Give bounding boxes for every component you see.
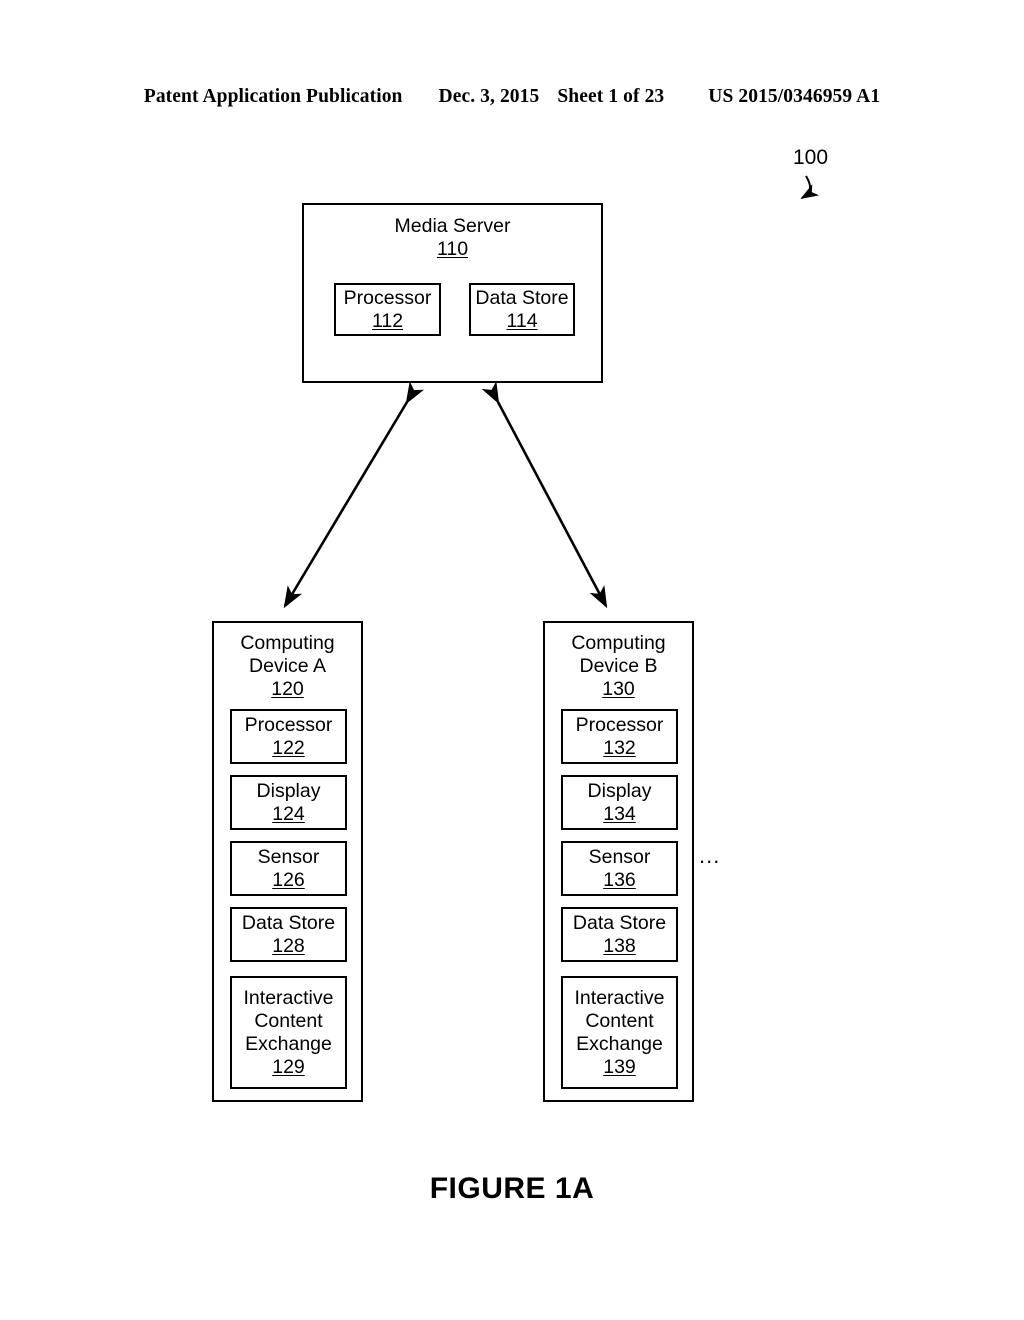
device-a-sensor-box: Sensor 126: [230, 841, 347, 896]
device-a-ice-label-line2: Content: [254, 1009, 323, 1032]
device-b-ice-ref: 139: [603, 1055, 636, 1078]
device-a-display-ref: 124: [272, 802, 305, 825]
media-server-name: Media Server: [394, 215, 511, 237]
device-b-display-box: Display 134: [561, 775, 678, 830]
device-b-sensor-box: Sensor 136: [561, 841, 678, 896]
device-b-sensor-label: Sensor: [588, 845, 651, 868]
device-a-name-line2: Device A: [249, 655, 326, 677]
system-leader-arrow: [800, 175, 820, 200]
device-b-interactive-content-exchange-box: Interactive Content Exchange 139: [561, 976, 678, 1089]
connector-server-device-a: [283, 381, 425, 609]
device-a-ice-label-line1: Interactive: [243, 986, 334, 1009]
device-a-ref: 120: [271, 678, 304, 700]
device-b-display-label: Display: [587, 779, 652, 802]
computing-device-b-box: Computing Device B 130 Processor 132 Dis…: [543, 621, 694, 1102]
media-server-processor-ref: 112: [371, 309, 404, 332]
device-a-datastore-box: Data Store 128: [230, 907, 347, 962]
device-b-processor-box: Processor 132: [561, 709, 678, 764]
device-a-datastore-ref: 128: [272, 934, 305, 957]
device-b-datastore-ref: 138: [603, 934, 636, 957]
connector-arrow-layer: [283, 175, 820, 609]
media-server-datastore-ref: 114: [506, 309, 538, 332]
figure-diagram: 100 Media Server 110 Processor 112 Data …: [0, 0, 1024, 1320]
device-b-sensor-ref: 136: [603, 868, 636, 891]
media-server-datastore-label: Data Store: [475, 286, 569, 309]
device-a-ice-ref: 129: [272, 1055, 305, 1078]
device-a-sensor-ref: 126: [272, 868, 305, 891]
device-a-processor-box: Processor 122: [230, 709, 347, 764]
media-server-title: Media Server 110: [304, 215, 601, 261]
device-b-ice-label-line3: Exchange: [576, 1032, 663, 1055]
device-a-display-box: Display 124: [230, 775, 347, 830]
device-b-ice-label-line1: Interactive: [574, 986, 665, 1009]
device-b-display-ref: 134: [603, 802, 636, 825]
media-server-box: Media Server 110 Processor 112 Data Stor…: [302, 203, 603, 383]
computing-device-b-title: Computing Device B 130: [545, 632, 692, 701]
device-b-ice-label-line2: Content: [585, 1009, 654, 1032]
device-a-ice-label-line3: Exchange: [245, 1032, 332, 1055]
device-b-name-line1: Computing: [571, 632, 666, 654]
device-b-datastore-box: Data Store 138: [561, 907, 678, 962]
figure-caption: FIGURE 1A: [429, 1172, 595, 1205]
media-server-processor-box: Processor 112: [334, 283, 441, 336]
additional-devices-ellipsis: ...: [699, 843, 721, 868]
device-b-ref: 130: [602, 678, 635, 700]
computing-device-a-box: Computing Device A 120 Processor 122 Dis…: [212, 621, 363, 1102]
media-server-processor-label: Processor: [343, 286, 432, 309]
device-b-name-line2: Device B: [579, 655, 658, 677]
device-a-processor-ref: 122: [272, 736, 305, 759]
connector-server-device-b: [481, 381, 608, 609]
device-a-interactive-content-exchange-box: Interactive Content Exchange 129: [230, 976, 347, 1089]
media-server-ref: 110: [436, 238, 469, 260]
device-b-datastore-label: Data Store: [572, 911, 667, 934]
device-a-processor-label: Processor: [244, 713, 333, 736]
device-a-sensor-label: Sensor: [257, 845, 320, 868]
system-reference-numeral: 100: [793, 146, 829, 169]
device-b-processor-label: Processor: [575, 713, 664, 736]
device-a-name-line1: Computing: [240, 632, 335, 654]
device-a-display-label: Display: [256, 779, 321, 802]
device-b-processor-ref: 132: [603, 736, 636, 759]
computing-device-a-title: Computing Device A 120: [214, 632, 361, 701]
device-a-datastore-label: Data Store: [241, 911, 336, 934]
media-server-datastore-box: Data Store 114: [469, 283, 575, 336]
